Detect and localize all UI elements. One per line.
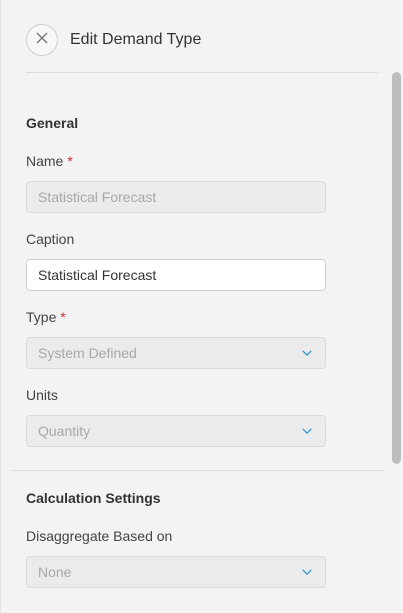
dialog-title: Edit Demand Type bbox=[70, 31, 202, 48]
name-label: Name * bbox=[26, 153, 73, 169]
disaggregate-select: None bbox=[26, 556, 326, 588]
caption-input[interactable]: Statistical Forecast bbox=[26, 259, 326, 291]
units-label: Units bbox=[26, 387, 58, 403]
caption-label: Caption bbox=[26, 231, 75, 247]
chevron-down-icon bbox=[300, 565, 314, 579]
type-select-value: System Defined bbox=[38, 345, 137, 361]
type-select: System Defined bbox=[26, 337, 326, 369]
close-icon bbox=[35, 31, 49, 50]
name-label-text: Name bbox=[26, 153, 64, 169]
header-divider bbox=[26, 72, 378, 73]
chevron-down-icon bbox=[300, 424, 314, 438]
name-field-value: Statistical Forecast bbox=[38, 189, 157, 205]
section-title-calculation: Calculation Settings bbox=[26, 490, 161, 506]
close-button[interactable] bbox=[26, 24, 58, 56]
units-select-value: Quantity bbox=[38, 423, 91, 439]
units-select: Quantity bbox=[26, 415, 326, 447]
required-marker: * bbox=[67, 153, 73, 169]
edit-demand-type-panel: Edit Demand Type General Name * Statistic… bbox=[0, 0, 403, 613]
required-marker: * bbox=[60, 309, 66, 325]
section-divider bbox=[11, 470, 383, 471]
disaggregate-label: Disaggregate Based on bbox=[26, 528, 173, 544]
scrollbar-thumb[interactable] bbox=[392, 72, 401, 464]
dialog-header: Edit Demand Type bbox=[26, 23, 201, 57]
disaggregate-select-value: None bbox=[38, 564, 72, 580]
type-label-text: Type bbox=[26, 309, 57, 325]
chevron-down-icon bbox=[300, 346, 314, 360]
name-field: Statistical Forecast bbox=[26, 181, 326, 213]
section-title-general: General bbox=[26, 115, 79, 131]
caption-input-value: Statistical Forecast bbox=[38, 267, 157, 283]
type-label: Type * bbox=[26, 309, 66, 325]
